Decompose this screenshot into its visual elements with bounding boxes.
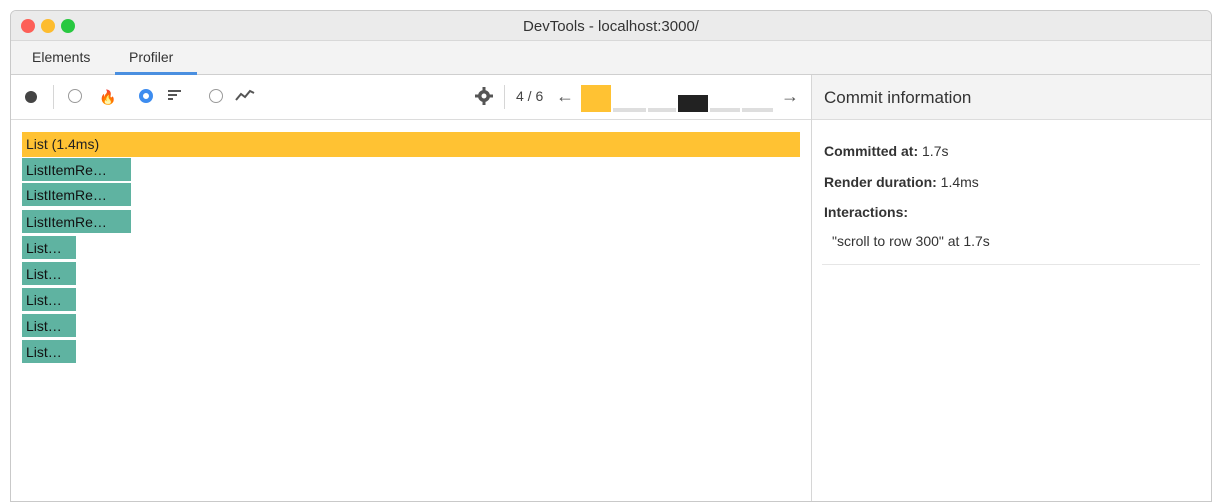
interaction-item[interactable]: "scroll to row 300" at 1.7s: [832, 233, 990, 249]
ranked-chart: List (1.4ms) ListItemRe… ListItemRe… Lis…: [11, 120, 811, 501]
commit-bar-dark[interactable]: [678, 95, 708, 112]
toolbar-divider: [53, 85, 54, 109]
commit-info-panel: Committed at: 1.7s Render duration: 1.4m…: [812, 120, 1211, 501]
committed-at-label: Committed at:: [824, 143, 919, 159]
selected-commit-bar[interactable]: [581, 85, 611, 112]
commit-bar[interactable]: [613, 108, 646, 112]
flame-bar[interactable]: ListItemRe…: [21, 209, 132, 234]
flame-bar[interactable]: List…: [21, 313, 77, 338]
render-duration-row: Render duration: 1.4ms: [824, 174, 979, 190]
commit-bar[interactable]: [742, 108, 773, 112]
devtools-window: DevTools - localhost:3000/ Elements Prof…: [10, 10, 1212, 502]
interaction-divider: [822, 264, 1200, 265]
render-duration-label: Render duration:: [824, 174, 937, 190]
commit-info-title: Commit information: [824, 88, 972, 107]
commit-bar[interactable]: [710, 108, 740, 112]
next-arrow-icon[interactable]: →: [781, 85, 799, 107]
flame-bar[interactable]: ListItemRe…: [21, 157, 132, 182]
interactions-label: Interactions:: [824, 204, 909, 220]
commit-info-header: Commit information: [812, 75, 1211, 120]
flame-bar-list-root[interactable]: List (1.4ms): [22, 132, 800, 157]
toolbar-divider: [504, 85, 505, 109]
commit-bar[interactable]: [648, 108, 676, 112]
prev-arrow-icon[interactable]: ←: [556, 85, 574, 107]
tab-bar: Elements Profiler: [11, 41, 1211, 75]
committed-at-value: 1.7s: [922, 143, 949, 159]
tab-elements[interactable]: Elements: [32, 49, 90, 65]
tab-profiler[interactable]: Profiler: [129, 49, 173, 65]
interactions-row: Interactions:: [824, 204, 908, 220]
flame-bar[interactable]: List…: [21, 287, 77, 312]
profiler-toolbar: 🔥 4 / 6 ← →: [11, 75, 811, 120]
flame-bar[interactable]: List…: [21, 339, 77, 364]
flame-bar[interactable]: List…: [21, 235, 77, 260]
render-duration-value: 1.4ms: [940, 174, 979, 190]
ranked-chart-radio[interactable]: [139, 89, 153, 103]
record-icon[interactable]: [25, 91, 37, 103]
flame-chart-radio[interactable]: [68, 89, 82, 103]
ranked-chart-icon: [167, 87, 183, 107]
title-bar: DevTools - localhost:3000/: [11, 11, 1211, 41]
interactions-chart-icon: [235, 87, 255, 107]
flame-chart-icon: 🔥: [99, 89, 117, 105]
flame-bar[interactable]: ListItemRe…: [21, 182, 132, 207]
settings-gear-icon[interactable]: [474, 86, 494, 111]
commit-counter: 4 / 6: [516, 88, 544, 104]
flame-bar[interactable]: List…: [21, 261, 77, 286]
committed-at-row: Committed at: 1.7s: [824, 143, 948, 159]
interactions-chart-radio[interactable]: [209, 89, 223, 103]
window-title: DevTools - localhost:3000/: [523, 18, 699, 35]
